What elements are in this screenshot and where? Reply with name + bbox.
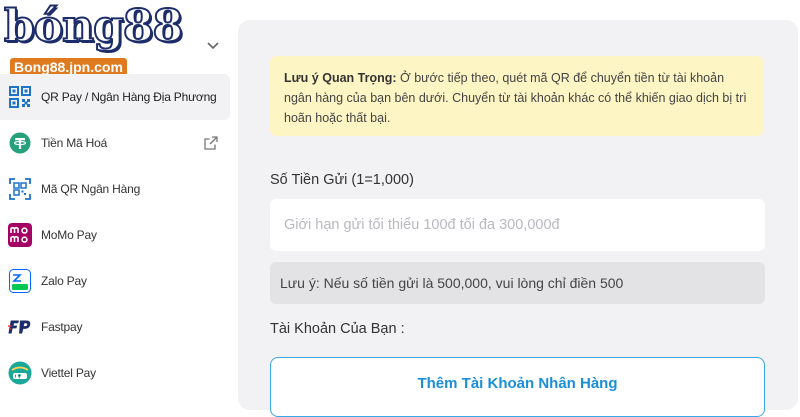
sidebar-item-viettelpay[interactable]: Viettel Pay [0,350,230,396]
add-bank-account-button[interactable]: Thêm Tài Khoản Nhân Hàng [270,357,765,417]
sidebar-item-label: QR Pay / Ngân Hàng Địa Phương [41,90,217,104]
momo-icon [8,223,32,247]
amount-input[interactable] [270,199,765,251]
account-label: Tài Khoản Của Bạn : [270,321,405,337]
sidebar-item-zalopay[interactable]: Zalo Pay [0,258,230,304]
tether-icon [8,131,32,155]
amount-hint: Lưu ý: Nếu số tiền gửi là 500,000, vui l… [270,262,765,304]
zalopay-icon [8,269,32,293]
sidebar-item-fastpay[interactable]: Fastpay [0,304,230,350]
chevron-down-icon[interactable] [206,38,220,52]
qr-code-icon [8,85,32,109]
sidebar-item-momo[interactable]: MoMo Pay [0,212,230,258]
brand-logo[interactable]: bóng88 Bong88.jpn.com [3,1,184,76]
fastpay-icon [8,315,32,339]
sidebar-item-qr-pay[interactable]: QR Pay / Ngân Hàng Địa Phương [0,74,230,120]
important-notice: Lưu ý Quan Trọng: Ở bước tiếp theo, quét… [270,56,763,136]
sidebar-item-label: Zalo Pay [41,274,87,288]
sidebar-item-label: MoMo Pay [41,228,97,242]
sidebar-item-label: Viettel Pay [41,366,96,380]
sidebar-item-label: Fastpay [41,320,83,334]
sidebar: bóng88 Bong88.jpn.com QR Pay / Ngân Hàng… [0,0,230,400]
sidebar-item-label: Tiền Mã Hoá [41,136,108,150]
payment-method-menu: QR Pay / Ngân Hàng Địa Phương Tiền Mã Ho… [0,74,230,396]
amount-label: Số Tiền Gửi (1=1,000) [270,172,414,188]
viettelpay-icon [8,361,32,385]
qr-scan-icon [8,177,32,201]
logo-text: bóng88 [3,1,184,53]
deposit-panel: Lưu ý Quan Trọng: Ở bước tiếp theo, quét… [238,20,798,417]
sidebar-item-crypto[interactable]: Tiền Mã Hoá [0,120,230,166]
sidebar-item-bank-qr[interactable]: Mã QR Ngân Hàng [0,166,230,212]
notice-title: Lưu ý Quan Trọng: [284,71,397,85]
sidebar-item-label: Mã QR Ngân Hàng [41,182,141,196]
external-link-icon[interactable] [204,136,218,150]
